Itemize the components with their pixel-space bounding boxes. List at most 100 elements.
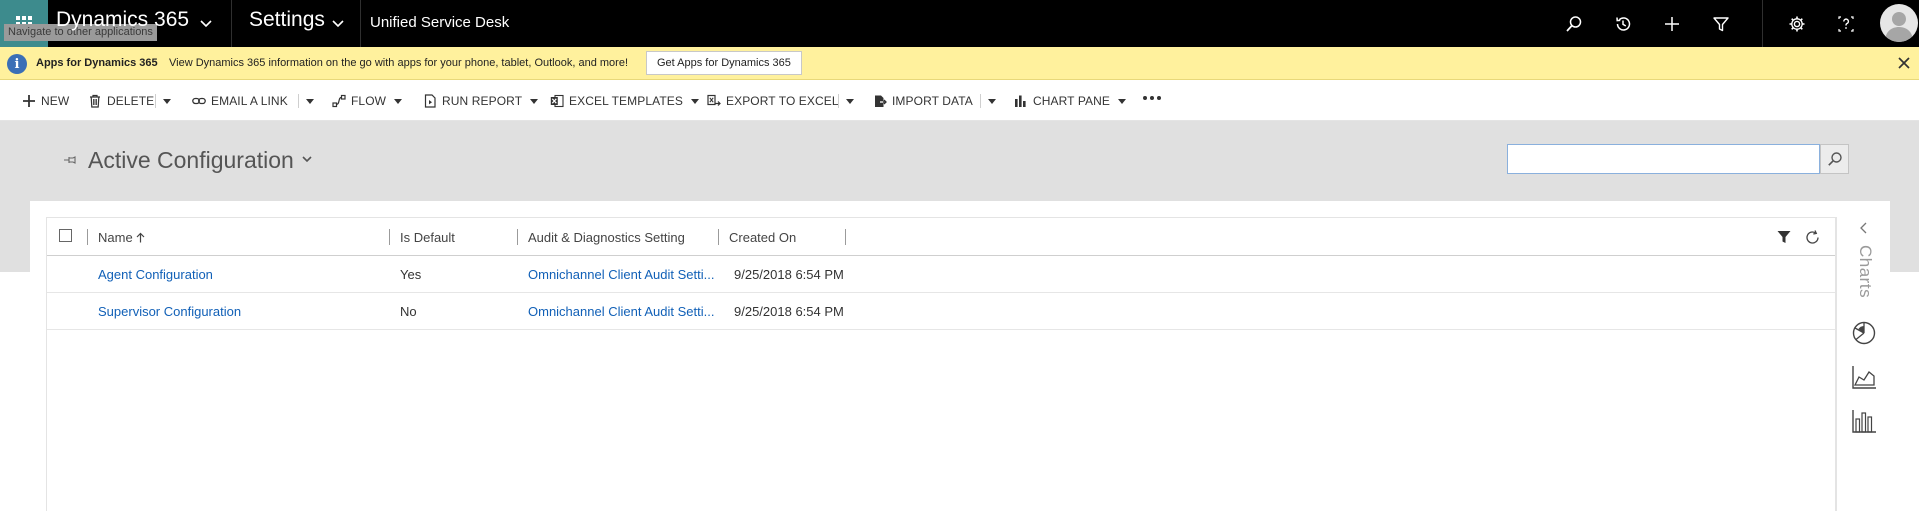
column-header-created-on[interactable]: Created On: [729, 230, 796, 245]
is-default-value: No: [400, 304, 417, 319]
chevron-down-icon: [690, 98, 699, 104]
pin-icon[interactable]: [63, 153, 77, 167]
export-to-excel-button[interactable]: EXPORT TO EXCEL: [707, 92, 839, 110]
created-on-value: 9/25/2018 6:54 PM: [734, 267, 844, 282]
pie-chart-icon[interactable]: [1850, 319, 1878, 347]
search-icon: [1827, 152, 1842, 166]
column-separator[interactable]: [87, 229, 88, 245]
app-menu-chevron-down-icon[interactable]: [198, 16, 214, 32]
nav-divider: [360, 0, 361, 47]
nav-divider: [231, 0, 232, 47]
excel-templates-button[interactable]: EXCEL TEMPLATES: [550, 92, 699, 110]
entity-breadcrumb[interactable]: Unified Service Desk: [370, 14, 509, 31]
area-chart-icon[interactable]: [1850, 363, 1878, 391]
close-icon[interactable]: [1897, 56, 1911, 70]
records-grid: Name Is Default Audit & Diagnostics Sett…: [46, 217, 1836, 511]
view-selector-chevron-down-icon[interactable]: [301, 153, 313, 165]
audit-setting-link[interactable]: Omnichannel Client Audit Setti...: [528, 304, 718, 319]
created-on-value: 9/25/2018 6:54 PM: [734, 304, 844, 319]
delete-label: DELETE: [107, 94, 155, 108]
notification-message: View Dynamics 365 information on the go …: [169, 57, 628, 69]
area-name[interactable]: Settings: [249, 8, 325, 32]
column-header-name-label: Name: [98, 230, 133, 245]
export-to-excel-label: EXPORT TO EXCEL: [726, 94, 839, 108]
area-menu-chevron-down-icon[interactable]: [330, 16, 346, 32]
charts-side-rail: Charts: [1836, 217, 1890, 511]
import-icon: [875, 95, 887, 107]
user-avatar[interactable]: [1880, 4, 1918, 42]
more-commands-icon[interactable]: [1143, 96, 1161, 100]
notification-bar: i Apps for Dynamics 365 View Dynamics 36…: [0, 47, 1919, 80]
email-more-chevron-down-icon[interactable]: [303, 92, 317, 110]
charts-label[interactable]: Charts: [1855, 245, 1875, 298]
grid-panel: Name Is Default Audit & Diagnostics Sett…: [30, 201, 1890, 511]
flow-icon: [332, 94, 346, 108]
run-report-button[interactable]: RUN REPORT: [423, 92, 539, 110]
column-header-audit-setting[interactable]: Audit & Diagnostics Setting: [528, 230, 685, 245]
plus-icon: [23, 95, 35, 107]
history-icon[interactable]: [1610, 11, 1636, 37]
report-icon: [424, 94, 436, 108]
is-default-value: Yes: [400, 267, 422, 282]
record-name-link[interactable]: Agent Configuration: [98, 267, 213, 282]
excel-icon: [550, 94, 564, 108]
column-separator[interactable]: [845, 229, 846, 245]
split-divider: [838, 94, 839, 108]
column-separator[interactable]: [389, 229, 390, 245]
app-name[interactable]: Dynamics 365: [56, 8, 189, 32]
column-header-is-default[interactable]: Is Default: [400, 230, 455, 245]
link-icon: [192, 97, 206, 105]
get-apps-button[interactable]: Get Apps for Dynamics 365: [646, 51, 802, 75]
import-more-chevron-down-icon[interactable]: [985, 92, 999, 110]
chevron-down-icon: [530, 98, 539, 104]
new-label: NEW: [41, 94, 70, 108]
flow-button[interactable]: FLOW: [332, 92, 403, 110]
email-link-label: EMAIL A LINK: [211, 94, 288, 108]
chart-pane-label: CHART PANE: [1033, 94, 1111, 108]
import-data-button[interactable]: IMPORT DATA: [873, 92, 973, 110]
chart-pane-button[interactable]: CHART PANE: [1014, 92, 1127, 110]
trash-icon: [90, 94, 100, 108]
info-icon: i: [7, 54, 27, 74]
refresh-icon[interactable]: [1803, 228, 1821, 246]
help-icon[interactable]: [1833, 11, 1859, 37]
audit-setting-link[interactable]: Omnichannel Client Audit Setti...: [528, 267, 718, 282]
split-divider: [298, 94, 299, 108]
column-separator[interactable]: [517, 229, 518, 245]
notification-title: Apps for Dynamics 365: [36, 57, 158, 69]
search-button[interactable]: [1820, 144, 1849, 174]
command-bar: NEW DELETE EMAIL A LINK FLOW RUN REPORT …: [0, 80, 1919, 121]
search-input[interactable]: [1507, 144, 1820, 174]
grid-filter-icon[interactable]: [1775, 228, 1793, 246]
table-row[interactable]: Agent Configuration Yes Omnichannel Clie…: [47, 256, 1835, 293]
plus-icon[interactable]: [1659, 11, 1685, 37]
run-report-label: RUN REPORT: [442, 94, 523, 108]
import-data-label: IMPORT DATA: [892, 94, 973, 108]
column-separator[interactable]: [718, 229, 719, 245]
view-title[interactable]: Active Configuration: [88, 147, 294, 174]
select-all-checkbox[interactable]: [59, 229, 72, 242]
settings-icon[interactable]: [1784, 11, 1810, 37]
chevron-down-icon: [1118, 98, 1127, 104]
sort-ascending-icon: [136, 232, 145, 243]
grid-header: Name Is Default Audit & Diagnostics Sett…: [47, 218, 1835, 256]
top-navigation-bar: Navigate to other applications Dynamics …: [0, 0, 1919, 47]
delete-more-chevron-down-icon[interactable]: [160, 92, 174, 110]
column-header-name[interactable]: Name: [98, 230, 145, 245]
export-more-chevron-down-icon[interactable]: [843, 92, 857, 110]
chart-icon: [1015, 95, 1026, 107]
export-icon: [707, 94, 721, 106]
filter-icon[interactable]: [1708, 11, 1734, 37]
search-icon[interactable]: [1561, 11, 1587, 37]
new-button[interactable]: NEW: [22, 92, 69, 110]
nav-divider: [1762, 0, 1763, 47]
table-row[interactable]: Supervisor Configuration No Omnichannel …: [47, 293, 1835, 330]
record-name-link[interactable]: Supervisor Configuration: [98, 304, 241, 319]
split-divider: [155, 94, 156, 108]
email-link-button[interactable]: EMAIL A LINK: [192, 92, 288, 110]
chevron-left-icon[interactable]: [1858, 221, 1870, 235]
flow-label: FLOW: [351, 94, 387, 108]
bar-chart-icon[interactable]: [1850, 407, 1878, 435]
delete-button[interactable]: DELETE: [88, 92, 154, 110]
excel-templates-label: EXCEL TEMPLATES: [569, 94, 683, 108]
